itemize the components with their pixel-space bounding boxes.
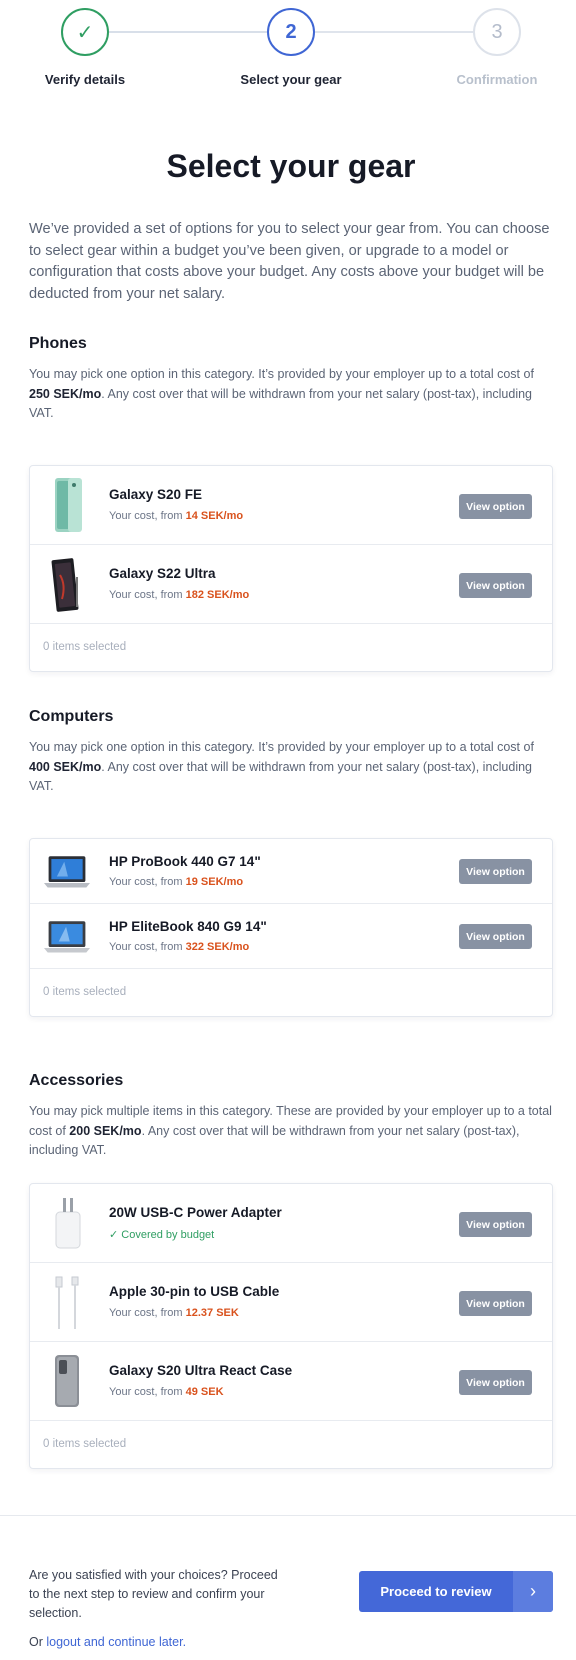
step-label: Select your gear — [240, 72, 342, 87]
view-option-button[interactable]: View option — [459, 1370, 532, 1395]
logout-later: Or logout and continue later. — [29, 1635, 187, 1649]
accessories-section: Accessories You may pick multiple items … — [29, 1072, 553, 1161]
check-icon: ✓ — [109, 1229, 122, 1241]
item-name: HP ProBook 440 G7 14" — [109, 854, 261, 869]
section-description: You may pick one option in this category… — [29, 367, 534, 420]
view-option-button[interactable]: View option — [459, 573, 532, 598]
list-item: Galaxy S20 Ultra React Case Your cost, f… — [30, 1342, 552, 1421]
step-label: Confirmation — [456, 72, 538, 87]
footer-divider — [0, 1515, 576, 1516]
item-cost: Your cost, from 322 SEK/mo — [109, 941, 250, 953]
phone-image — [51, 558, 79, 612]
item-cost: Your cost, from 14 SEK/mo — [109, 510, 244, 522]
cable-image — [55, 1276, 79, 1329]
phone-image — [55, 478, 82, 532]
page-title: Select your gear — [166, 148, 416, 184]
step-number: 3 — [473, 8, 521, 56]
logout-link[interactable]: logout and continue later. — [46, 1635, 186, 1649]
view-option-button[interactable]: View option — [459, 924, 532, 949]
list-item: 20W USB-C Power Adapter ✓ Covered by bud… — [30, 1184, 552, 1263]
items-selected-count: 0 items selected — [43, 1438, 127, 1450]
proceed-to-review-button[interactable]: Proceed to review › — [359, 1571, 553, 1612]
footer-message: Are you satisfied with your choices? Pro… — [29, 1568, 278, 1620]
phones-section: Phones You may pick one option in this c… — [29, 335, 553, 424]
check-icon: ✓ — [61, 8, 109, 56]
item-name: Galaxy S20 Ultra React Case — [109, 1363, 293, 1378]
list-item: HP EliteBook 840 G9 14" Your cost, from … — [30, 904, 552, 969]
list-item: HP ProBook 440 G7 14" Your cost, from 19… — [30, 839, 552, 904]
items-selected-count: 0 items selected — [43, 641, 127, 653]
laptop-image — [44, 921, 90, 953]
progress-stepper: ✓ Verify details 2 Select your gear 3 Co… — [0, 0, 576, 100]
list-item: Galaxy S22 Ultra Your cost, from 182 SEK… — [30, 545, 552, 624]
view-option-button[interactable]: View option — [459, 494, 532, 519]
section-description: You may pick multiple items in this cate… — [29, 1104, 552, 1157]
computers-section: Computers You may pick one option in thi… — [29, 708, 553, 797]
proceed-label: Proceed to review — [380, 1584, 492, 1599]
step-number: 2 — [267, 8, 315, 56]
item-cost: Your cost, from 182 SEK/mo — [109, 589, 250, 601]
power-adapter-image — [55, 1198, 81, 1249]
items-selected-count: 0 items selected — [43, 986, 127, 998]
section-description: You may pick one option in this category… — [29, 740, 534, 793]
list-item: Apple 30-pin to USB Cable Your cost, fro… — [30, 1263, 552, 1342]
item-cost: Your cost, from 49 SEK — [109, 1386, 224, 1398]
section-heading: Computers — [29, 708, 114, 725]
step-select-gear: 2 Select your gear — [221, 8, 361, 87]
page-intro: We’ve provided a set of options for you … — [29, 221, 550, 302]
accessories-card: 20W USB-C Power Adapter ✓ Covered by bud… — [29, 1183, 553, 1469]
step-confirmation: 3 Confirmation — [427, 8, 567, 87]
view-option-button[interactable]: View option — [459, 1291, 532, 1316]
chevron-right-icon: › — [513, 1571, 553, 1612]
list-item: Galaxy S20 FE Your cost, from 14 SEK/mo … — [30, 466, 552, 545]
view-option-button[interactable]: View option — [459, 1212, 532, 1237]
item-name: Galaxy S20 FE — [109, 487, 203, 502]
covered-by-budget: ✓ Covered by budget — [109, 1229, 215, 1241]
item-cost: Your cost, from 12.37 SEK — [109, 1307, 239, 1319]
section-heading: Phones — [29, 335, 87, 352]
item-name: HP EliteBook 840 G9 14" — [109, 919, 267, 934]
section-heading: Accessories — [29, 1072, 124, 1089]
item-cost: Your cost, from 19 SEK/mo — [109, 876, 244, 888]
computers-card: HP ProBook 440 G7 14" Your cost, from 19… — [29, 838, 553, 1017]
item-name: Galaxy S22 Ultra — [109, 566, 216, 581]
laptop-image — [44, 856, 90, 888]
item-name: 20W USB-C Power Adapter — [109, 1205, 282, 1220]
item-name: Apple 30-pin to USB Cable — [109, 1284, 280, 1299]
view-option-button[interactable]: View option — [459, 859, 532, 884]
page-header: Select your gear We’ve provided a set of… — [29, 148, 553, 305]
step-label: Verify details — [44, 72, 126, 87]
phone-case-image — [55, 1355, 79, 1407]
phones-card: Galaxy S20 FE Your cost, from 14 SEK/mo … — [29, 465, 553, 672]
step-verify-details: ✓ Verify details — [15, 8, 155, 87]
